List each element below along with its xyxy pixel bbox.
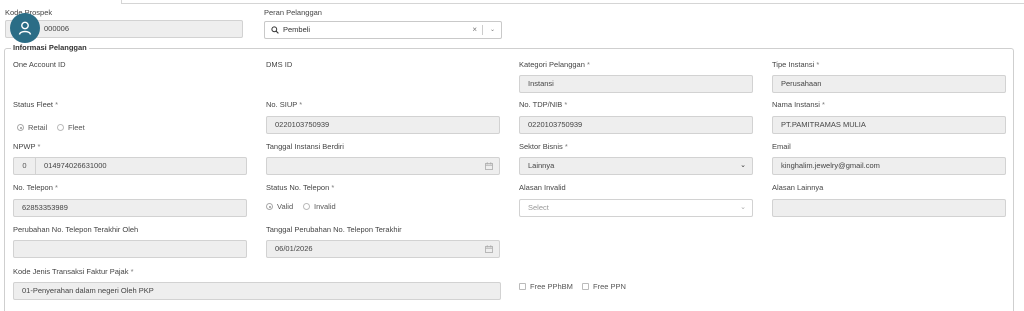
npwp-label: NPWP *: [13, 142, 41, 151]
radio-empty-icon: [303, 203, 310, 210]
alasan-lainnya-label: Alasan Lainnya: [772, 183, 824, 192]
avatar[interactable]: [10, 13, 40, 43]
tipe-instansi-field: Perusahaan: [772, 75, 1006, 93]
no-siup-label: No. SIUP *: [266, 100, 303, 109]
kode-jenis-transaksi-label: Kode Jenis Transaksi Faktur Pajak *: [13, 267, 134, 276]
chevron-down-icon: ⌄: [740, 204, 746, 211]
npwp-prefix: 0: [14, 158, 36, 174]
kode-jenis-transaksi-field: 01-Penyerahan dalam negeri Oleh PKP: [13, 282, 501, 300]
email-field: kinghalim.jewelry@gmail.com: [772, 157, 1006, 175]
peran-pelanggan-select[interactable]: Pembeli × ⌄: [264, 21, 502, 39]
calendar-icon[interactable]: [485, 162, 493, 170]
alasan-invalid-select[interactable]: Select ⌄: [519, 199, 753, 217]
calendar-icon: [485, 245, 493, 253]
no-tdp-nib-field: 0220103750939: [519, 116, 753, 134]
perubahan-telepon-oleh-field: [13, 240, 247, 258]
nama-instansi-label: Nama Instansi *: [772, 100, 825, 109]
npwp-field: 0 014974026631000: [13, 157, 247, 175]
tipe-instansi-label: Tipe Instansi *: [772, 60, 820, 69]
select-separator: [482, 25, 483, 35]
status-fleet-retail-radio[interactable]: Retail: [17, 123, 47, 132]
email-label: Email: [772, 142, 791, 151]
perubahan-telepon-oleh-label: Perubahan No. Telepon Terakhir Oleh: [13, 225, 139, 234]
npwp-value: 014974026631000: [44, 161, 107, 170]
tab-active[interactable]: [0, 0, 122, 4]
radio-empty-icon: [57, 124, 64, 131]
chevron-down-icon: ⌄: [740, 162, 746, 169]
nama-instansi-field: PT.PAMITRAMAS MULIA: [772, 116, 1006, 134]
alasan-invalid-label: Alasan Invalid: [519, 183, 566, 192]
status-telepon-invalid-radio[interactable]: Invalid: [303, 202, 336, 211]
tanggal-instansi-berdiri-field[interactable]: [266, 157, 500, 175]
sektor-bisnis-select[interactable]: Lainnya ⌄: [519, 157, 753, 175]
free-ppn-checkbox[interactable]: Free PPN: [582, 282, 626, 291]
search-icon: [271, 26, 279, 34]
alasan-lainnya-field: [772, 199, 1006, 217]
one-account-id-label: One Account ID: [13, 60, 66, 69]
checkbox-icon: [519, 283, 526, 290]
clear-icon[interactable]: ×: [472, 22, 477, 38]
chevron-down-icon[interactable]: ⌄: [490, 22, 495, 38]
no-tdp-nib-label: No. TDP/NIB *: [519, 100, 568, 109]
user-icon: [18, 21, 32, 35]
no-telepon-label: No. Telepon *: [13, 183, 58, 192]
tab-strip: [0, 0, 1024, 4]
sektor-bisnis-label: Sektor Bisnis *: [519, 142, 568, 151]
no-siup-field: 0220103750939: [266, 116, 500, 134]
peran-pelanggan-value: Pembeli: [283, 25, 311, 34]
tanggal-instansi-berdiri-label: Tanggal Instansi Berdiri: [266, 142, 344, 151]
radio-selected-icon: [17, 124, 24, 131]
no-telepon-field: 62853353989: [13, 199, 247, 217]
free-pphbm-checkbox[interactable]: Free PPhBM: [519, 282, 573, 291]
peran-pelanggan-label: Peran Pelanggan: [264, 8, 322, 17]
kategori-pelanggan-field: Instansi: [519, 75, 753, 93]
dms-id-label: DMS ID: [266, 60, 293, 69]
kode-prospek-field: 000006: [5, 20, 243, 38]
tanggal-perubahan-telepon-field: 06/01/2026: [266, 240, 500, 258]
status-fleet-label: Status Fleet *: [13, 100, 59, 109]
tanggal-perubahan-telepon-label: Tanggal Perubahan No. Telepon Terakhir: [266, 225, 402, 234]
radio-selected-icon: [266, 203, 273, 210]
section-title: Informasi Pelanggan: [11, 43, 89, 53]
checkbox-icon: [582, 283, 589, 290]
status-no-telepon-label: Status No. Telepon *: [266, 183, 335, 192]
status-fleet-fleet-radio[interactable]: Fleet: [57, 123, 85, 132]
status-telepon-valid-radio[interactable]: Valid: [266, 202, 293, 211]
kategori-pelanggan-label: Kategori Pelanggan *: [519, 60, 590, 69]
